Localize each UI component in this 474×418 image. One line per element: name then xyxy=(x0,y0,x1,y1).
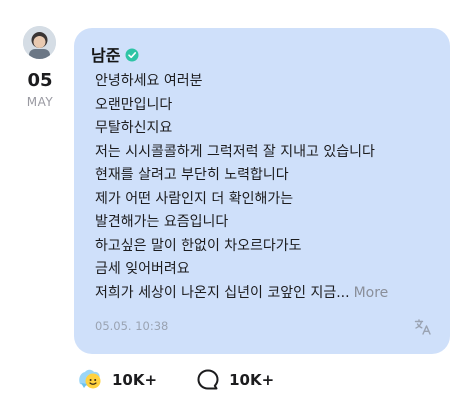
post-line: 무탈하신지요 xyxy=(95,120,173,136)
avatar[interactable] xyxy=(23,26,56,59)
more-link[interactable]: More xyxy=(354,285,389,301)
post-line: 오랜만입니다 xyxy=(95,96,173,113)
post-line: 저는 시시콜콜하게 그럭저럭 잘 지내고 있습니다 xyxy=(95,143,375,160)
comment-bubble-icon[interactable] xyxy=(193,365,223,395)
post-line: 발견해가는 요즘입니다 xyxy=(95,214,229,230)
post-footer: 10K+ 10K+ xyxy=(76,365,310,395)
author-row: 남준 xyxy=(91,42,139,66)
post-timestamp: 05.05. 10:38 xyxy=(95,319,169,333)
post-bubble[interactable]: 남준 안녕하세요 여러분 오랜만입니다 무탈하신지요 저는 시시콜콜하게 그럭저… xyxy=(74,28,450,354)
date-month: MAY xyxy=(26,95,54,109)
verified-badge-icon xyxy=(125,47,139,62)
comment-count: 10K+ xyxy=(229,371,275,389)
post-line: 금세 잊어버려요 xyxy=(95,261,190,277)
post-line: 현재를 살려고 부단히 노력합니다 xyxy=(95,167,289,183)
like-stat[interactable]: 10K+ xyxy=(76,365,157,395)
translate-icon[interactable] xyxy=(414,318,432,336)
author-name: 남준 xyxy=(91,46,121,65)
comment-stat[interactable]: 10K+ xyxy=(193,365,274,395)
like-reaction-icon[interactable] xyxy=(76,365,106,395)
post-line: 제가 어떤 사람인지 더 확인해가는 xyxy=(95,190,294,207)
post-line: 하고싶은 말이 한없이 차오르다가도 xyxy=(95,237,302,254)
post-line-last: 저희가 세상이 나온지 십년이 코앞인 지금... More xyxy=(95,282,440,306)
post-line-truncated: 저희가 세상이 나온지 십년이 코앞인 지금... xyxy=(95,284,350,301)
like-count: 10K+ xyxy=(112,371,158,389)
post-line: 안녕하세요 여러분 xyxy=(95,73,203,89)
post-body: 안녕하세요 여러분 오랜만입니다 무탈하신지요 저는 시시콜콜하게 그럭저럭 잘… xyxy=(95,70,440,305)
date-day: 05 xyxy=(27,70,53,91)
